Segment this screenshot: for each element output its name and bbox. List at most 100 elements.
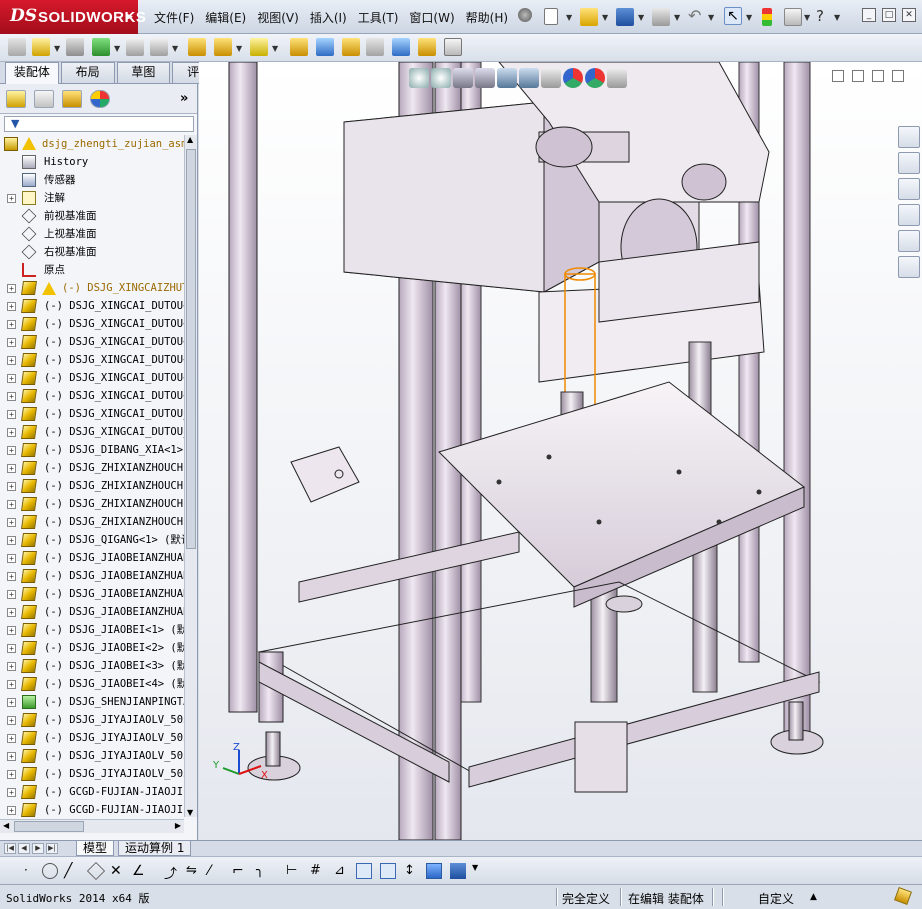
save-dropdown-arrow-icon[interactable]: ▼ [638,13,644,22]
tab-model[interactable]: 模型 [76,841,115,856]
display-style-icon[interactable] [519,68,539,88]
viewport-restore-icon[interactable] [872,70,884,82]
expand-icon[interactable]: + [7,608,16,617]
relations-icon[interactable]: ⊿ [334,863,350,879]
convert-entities-icon[interactable]: ⁄ [208,863,224,879]
expand-icon[interactable]: + [7,536,16,545]
tree-item[interactable]: 传感器 [0,171,184,189]
insert-component-icon[interactable] [8,38,26,56]
expand-icon[interactable]: + [7,716,16,725]
scroll-thumb[interactable] [186,149,196,549]
print-icon[interactable] [652,8,670,26]
quick-tips-icon[interactable] [894,887,912,905]
tree-item[interactable]: + (-) DSJG_ZHIXIANZHOUCHE [0,513,184,531]
explode-line-sketch-icon[interactable] [342,38,360,56]
move-component-icon[interactable] [126,38,144,56]
scroll-down-icon[interactable]: ▼ [187,808,193,817]
section-view-icon[interactable] [475,68,495,88]
tree-item[interactable]: + (-) DSJG_SHENJIANPINGTA [0,693,184,711]
viewport-minimize-icon[interactable] [852,70,864,82]
view-orientation-icon[interactable] [497,68,517,88]
tree-item[interactable]: + (-) DSJG_XINGCAI_DUTOU_ [0,405,184,423]
tree-item[interactable]: + (-) DSJG_XINGCAI_DUTOU< [0,315,184,333]
expand-icon[interactable]: + [7,464,16,473]
assembly-model[interactable] [199,62,922,840]
move-entities-icon[interactable]: ↕ [404,863,420,879]
expand-icon[interactable]: + [7,662,16,671]
assembly-features-icon[interactable] [188,38,206,56]
expand-icon[interactable]: + [7,698,16,707]
show-dropdown-arrow-icon[interactable]: ▼ [172,44,178,53]
view-palette-icon[interactable] [898,204,920,226]
tree-item[interactable]: + (-) DSJG_DIBANG_XIA<1> [0,441,184,459]
expand-icon[interactable]: + [7,302,16,311]
expand-icon[interactable]: + [7,554,16,563]
menu-window[interactable]: 窗口(W) [407,9,463,26]
rebuild-traffic-light-icon[interactable] [762,8,772,26]
hscroll-thumb[interactable] [14,821,84,832]
angle-line-icon[interactable]: ∠ [132,863,148,879]
fasteners-dropdown-arrow-icon[interactable]: ▼ [114,44,120,53]
grid-icon[interactable]: # [310,863,326,879]
table-icon[interactable] [380,863,396,879]
expand-icon[interactable]: + [7,392,16,401]
configuration-manager-tab-icon[interactable] [62,90,82,108]
tree-item[interactable]: + (-) DSJG_JIAOBEIANZHUAN [0,567,184,585]
tree-item[interactable]: + (-) DSJG_XINGCAIZHUTI [0,279,184,297]
viewport-split-icon[interactable] [832,70,844,82]
expand-icon[interactable]: + [7,734,16,743]
motion-dropdown-arrow-icon[interactable]: ▼ [272,44,278,53]
reference-dropdown-arrow-icon[interactable]: ▼ [236,44,242,53]
tree-item[interactable]: + (-) DSJG_JIYAJIAOLV_505 [0,729,184,747]
tree-vertical-scrollbar[interactable]: ▲ ▼ [184,135,197,817]
rectangle-icon[interactable] [356,863,372,879]
tree-item[interactable]: + (-) DSJG_ZHIXIANZHOUCHE [0,459,184,477]
line-icon[interactable]: ╱ [64,863,80,879]
show-hidden-icon[interactable] [150,38,168,56]
help-icon[interactable]: ? [816,7,834,25]
solidworks-resources-icon[interactable] [898,126,920,148]
tree-item[interactable]: + (-) DSJG_ZHIXIANZHOUCHE [0,477,184,495]
custom-properties-icon[interactable] [898,256,920,278]
scroll-left-icon[interactable]: ◀ [3,821,9,830]
tree-item[interactable]: + 注解 [0,189,184,207]
expand-icon[interactable]: + [7,374,16,383]
new-document-icon[interactable] [544,8,558,25]
expand-icon[interactable]: + [7,572,16,581]
options-icon[interactable] [784,8,802,26]
hole-alignment-icon[interactable] [418,38,436,56]
expand-panel-icon[interactable]: » [180,91,188,106]
tab-motion-study[interactable]: 运动算例 1 [118,841,192,856]
feature-tree-tab-icon[interactable] [6,90,26,108]
circle-icon[interactable] [42,863,58,879]
tree-horizontal-scrollbar[interactable]: ◀ ▶ [0,819,184,833]
select-arrow-icon[interactable]: ↖ [724,7,742,25]
menu-edit[interactable]: 编辑(E) [203,9,255,26]
next-tab-icon[interactable]: ▶ [32,843,44,854]
expand-icon[interactable]: + [7,770,16,779]
graphics-area[interactable]: Z Y X [199,62,922,840]
sketch-more-arrow-icon[interactable]: ▼ [472,863,488,879]
mate-icon[interactable] [32,38,50,56]
tree-item[interactable]: + (-) DSJG_JIYAJIAOLV_505 [0,711,184,729]
expand-icon[interactable]: + [7,356,16,365]
menu-help[interactable]: 帮助(H) [464,9,517,26]
tab-assembly[interactable]: 装配体 [5,62,59,84]
tree-item[interactable]: + (-) DSJG_JIYAJIAOLV_505 [0,765,184,783]
expand-icon[interactable]: + [7,644,16,653]
viewport-close-icon[interactable] [892,70,904,82]
expand-icon[interactable]: + [7,482,16,491]
expand-icon[interactable]: + [7,518,16,527]
file-explorer-icon[interactable] [898,178,920,200]
open-dropdown-arrow-icon[interactable]: ▼ [602,13,608,22]
expand-icon[interactable]: + [7,500,16,509]
point-icon[interactable]: · [24,863,40,879]
scroll-up-icon[interactable]: ▲ [187,135,193,144]
undo-icon[interactable]: ↶ [688,8,706,26]
design-library-icon[interactable] [898,152,920,174]
tree-item[interactable]: + (-) DSJG_XINGCAI_DUTOU< [0,369,184,387]
tree-item[interactable]: + (-) DSJG_JIAOBEIANZHUAN [0,585,184,603]
display-manager-tab-icon[interactable] [90,90,110,108]
previous-view-icon[interactable] [453,68,473,88]
expand-icon[interactable]: + [7,284,16,293]
